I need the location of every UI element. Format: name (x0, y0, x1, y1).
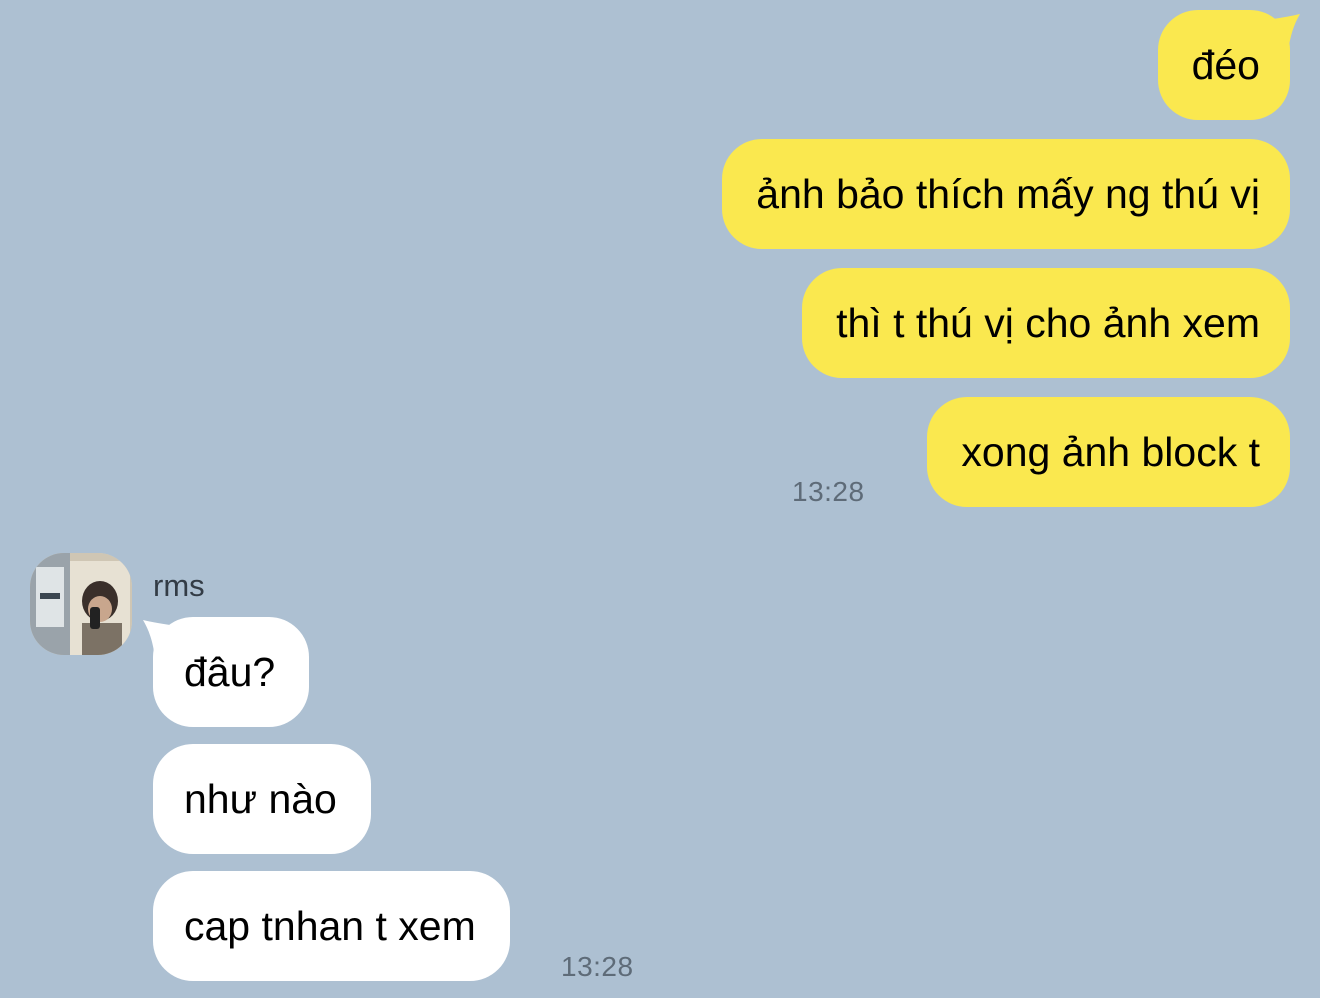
outgoing-message-bubble[interactable]: đéo (1157, 10, 1290, 120)
message-text: đâu? (184, 649, 276, 695)
message-text: thì t thú vị cho ảnh xem (836, 300, 1260, 346)
user-photo-avatar-icon (30, 553, 132, 655)
message-text: ảnh bảo thích mấy ng thú vị (756, 171, 1260, 217)
outgoing-message-bubble[interactable]: ảnh bảo thích mấy ng thú vị (722, 139, 1290, 249)
sender-name: rms (153, 568, 205, 603)
message-text: xong ảnh block t (961, 429, 1260, 475)
message-text: đéo (1191, 42, 1260, 88)
incoming-timestamp: 13:28 (561, 951, 634, 982)
outgoing-message-bubble[interactable]: xong ảnh block t (927, 397, 1290, 507)
incoming-message-bubble[interactable]: cap tnhan t xem (153, 871, 510, 981)
incoming-message-bubble[interactable]: đâu? (153, 617, 310, 727)
incoming-message-bubble[interactable]: như nào (153, 744, 371, 854)
message-text: như nào (184, 776, 337, 822)
sender-avatar[interactable] (30, 553, 132, 655)
outgoing-timestamp: 13:28 (792, 476, 865, 507)
chat-message-list[interactable]: đéo ảnh bảo thích mấy ng thú vị thì t th… (0, 0, 1320, 998)
message-text: cap tnhan t xem (184, 903, 476, 949)
outgoing-message-bubble[interactable]: thì t thú vị cho ảnh xem (802, 268, 1290, 378)
